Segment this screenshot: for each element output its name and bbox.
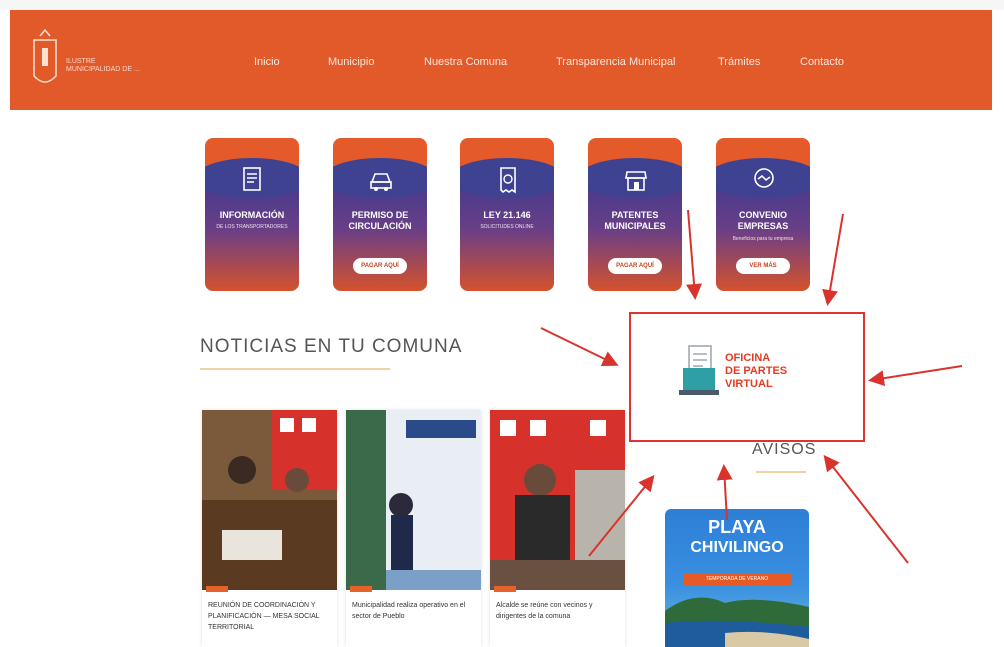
arrow: [686, 209, 703, 300]
arrow: [822, 213, 844, 306]
arrow: [823, 454, 909, 564]
annotation-arrows: [540, 209, 963, 564]
arrow: [868, 365, 963, 387]
arrow: [588, 474, 655, 557]
arrow: [540, 327, 619, 366]
arrow: [716, 464, 733, 521]
